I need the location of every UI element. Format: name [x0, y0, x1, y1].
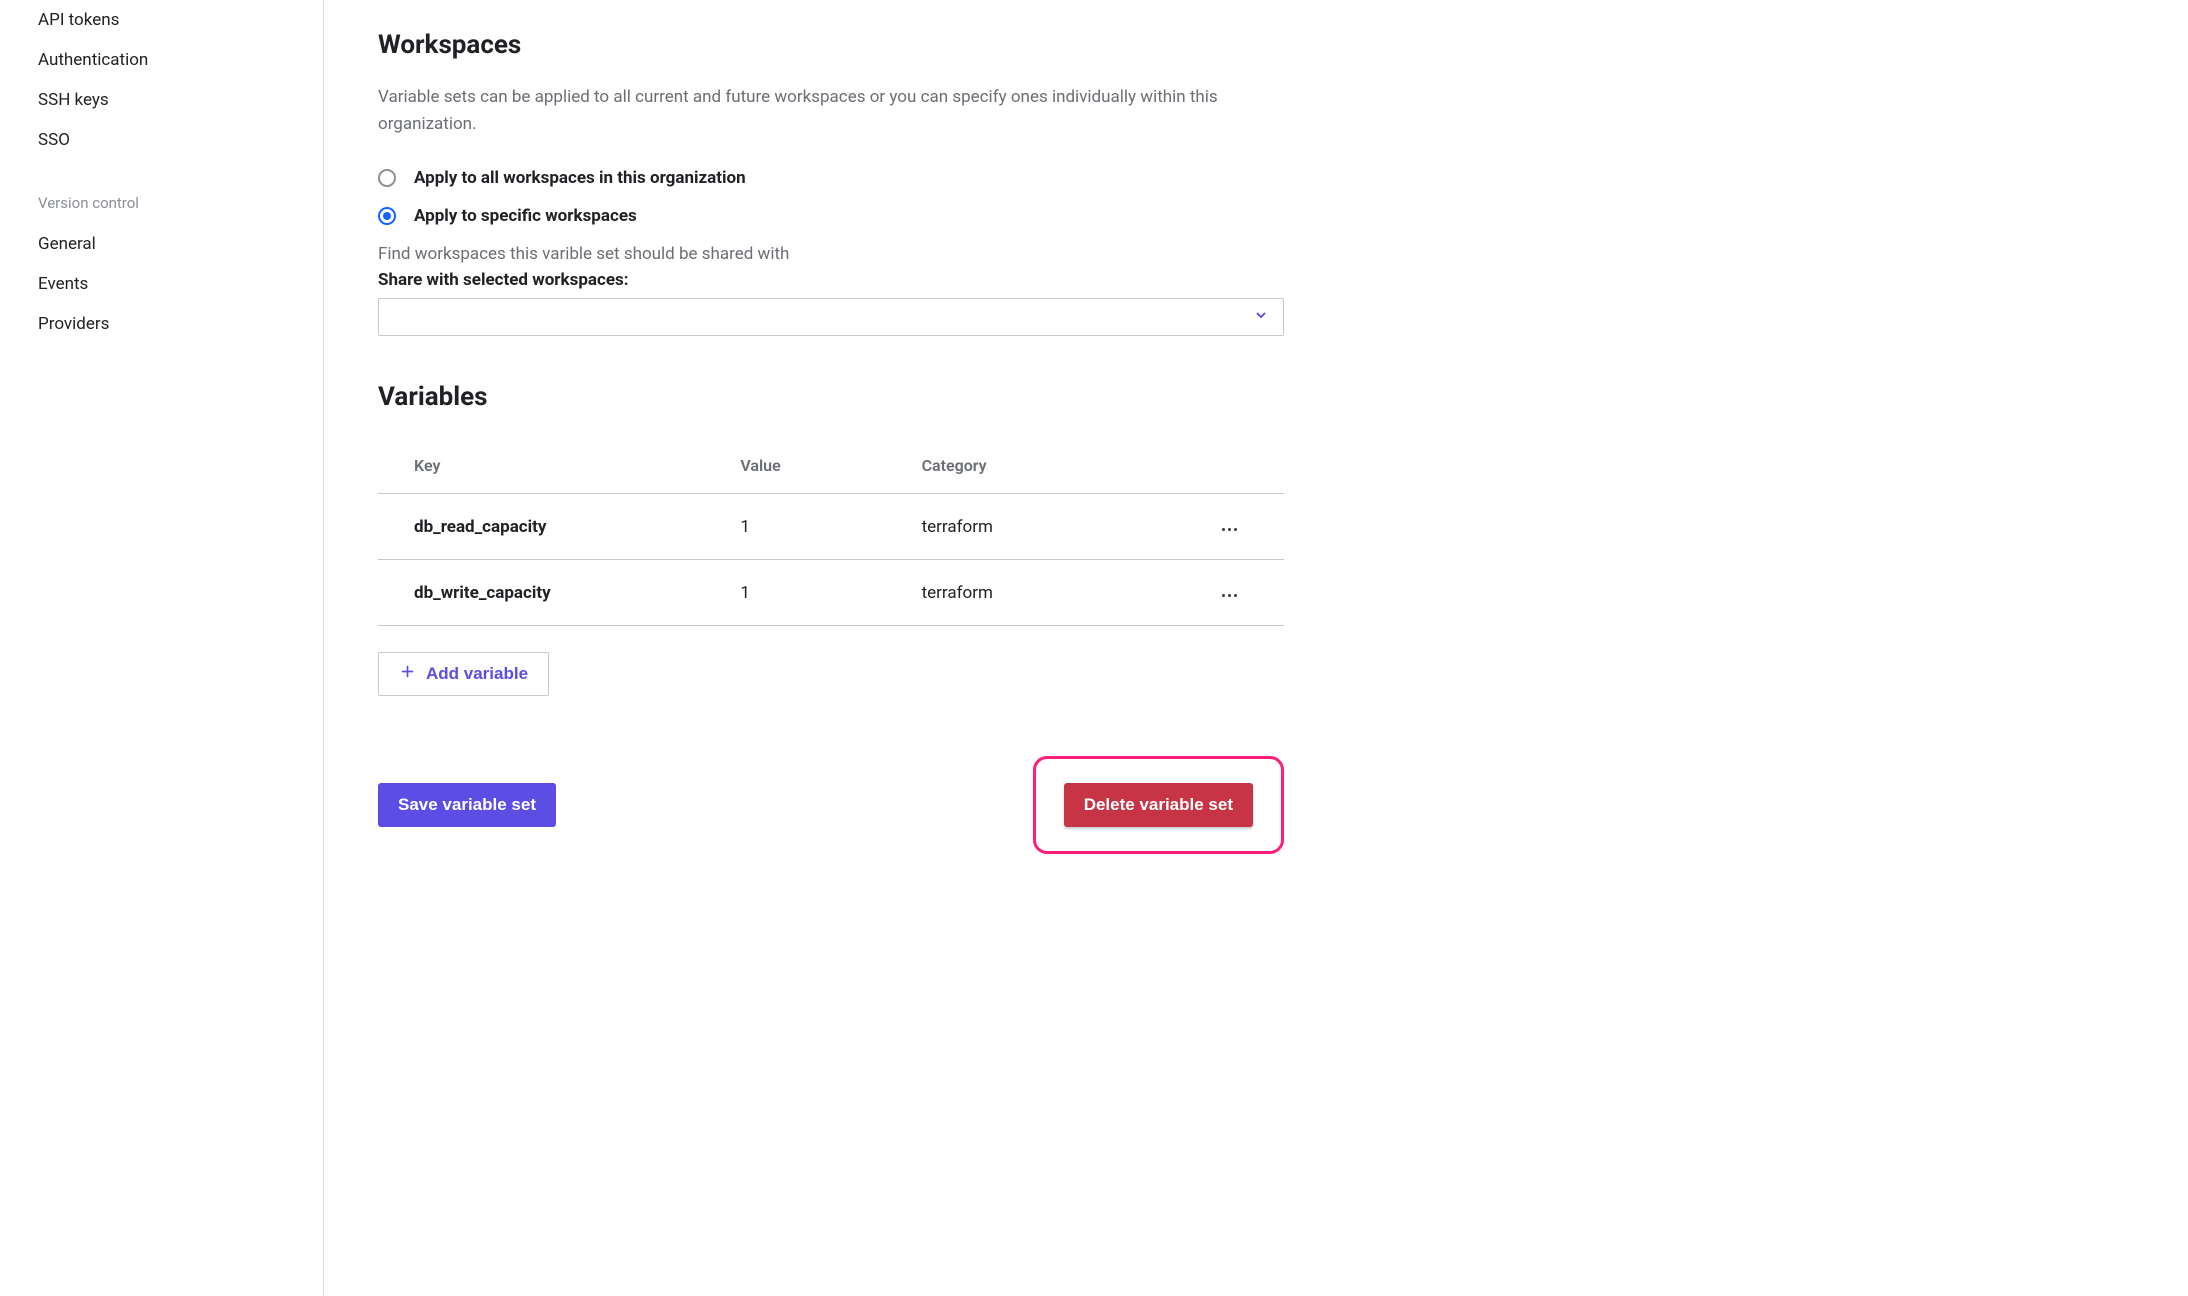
- plus-icon: [399, 663, 416, 685]
- add-variable-label: Add variable: [426, 664, 528, 684]
- col-header-value: Value: [740, 436, 921, 494]
- sidebar-item-ssh-keys[interactable]: SSH keys: [38, 80, 323, 120]
- sidebar-item-sso[interactable]: SSO: [38, 120, 323, 160]
- variables-table: Key Value Category db_read_capacity 1 te…: [378, 436, 1284, 626]
- row-actions-icon[interactable]: [1216, 522, 1243, 537]
- col-header-actions: [1175, 436, 1284, 494]
- footer-actions: Save variable set Delete variable set: [378, 756, 1284, 854]
- workspaces-title: Workspaces: [378, 30, 1284, 60]
- cell-category: terraform: [922, 494, 1176, 560]
- cell-value: 1: [740, 560, 921, 626]
- cell-value: 1: [740, 494, 921, 560]
- workspace-select[interactable]: [378, 298, 1284, 336]
- radio-apply-specific[interactable]: Apply to specific workspaces: [378, 206, 1284, 226]
- add-variable-button[interactable]: Add variable: [378, 652, 549, 696]
- workspaces-hint: Find workspaces this varible set should …: [378, 244, 1284, 264]
- table-row: db_read_capacity 1 terraform: [378, 494, 1284, 560]
- cell-key: db_read_capacity: [378, 494, 740, 560]
- delete-highlight-box: Delete variable set: [1033, 756, 1284, 854]
- radio-circle-selected-icon: [378, 207, 396, 225]
- main-content: Workspaces Variable sets can be applied …: [324, 0, 1284, 1296]
- sidebar-item-general[interactable]: General: [38, 224, 323, 264]
- sidebar-item-api-tokens[interactable]: API tokens: [38, 0, 323, 40]
- col-header-category: Category: [922, 436, 1176, 494]
- radio-apply-all[interactable]: Apply to all workspaces in this organiza…: [378, 168, 1284, 188]
- save-variable-set-button[interactable]: Save variable set: [378, 783, 556, 827]
- col-header-key: Key: [378, 436, 740, 494]
- sidebar-item-events[interactable]: Events: [38, 264, 323, 304]
- sidebar-item-providers[interactable]: Providers: [38, 304, 323, 344]
- variables-title: Variables: [378, 382, 1284, 412]
- sidebar-group-version-control: Version control: [38, 160, 323, 224]
- radio-label-all: Apply to all workspaces in this organiza…: [414, 168, 746, 188]
- sidebar: API tokens Authentication SSH keys SSO V…: [0, 0, 324, 1296]
- cell-category: terraform: [922, 560, 1176, 626]
- radio-label-specific: Apply to specific workspaces: [414, 206, 637, 226]
- radio-circle-icon: [378, 169, 396, 187]
- cell-key: db_write_capacity: [378, 560, 740, 626]
- table-row: db_write_capacity 1 terraform: [378, 560, 1284, 626]
- row-actions-icon[interactable]: [1216, 588, 1243, 603]
- sidebar-item-authentication[interactable]: Authentication: [38, 40, 323, 80]
- chevron-down-icon: [1253, 307, 1269, 327]
- delete-variable-set-button[interactable]: Delete variable set: [1064, 783, 1253, 827]
- share-label: Share with selected workspaces:: [378, 270, 1284, 290]
- workspaces-description: Variable sets can be applied to all curr…: [378, 84, 1284, 138]
